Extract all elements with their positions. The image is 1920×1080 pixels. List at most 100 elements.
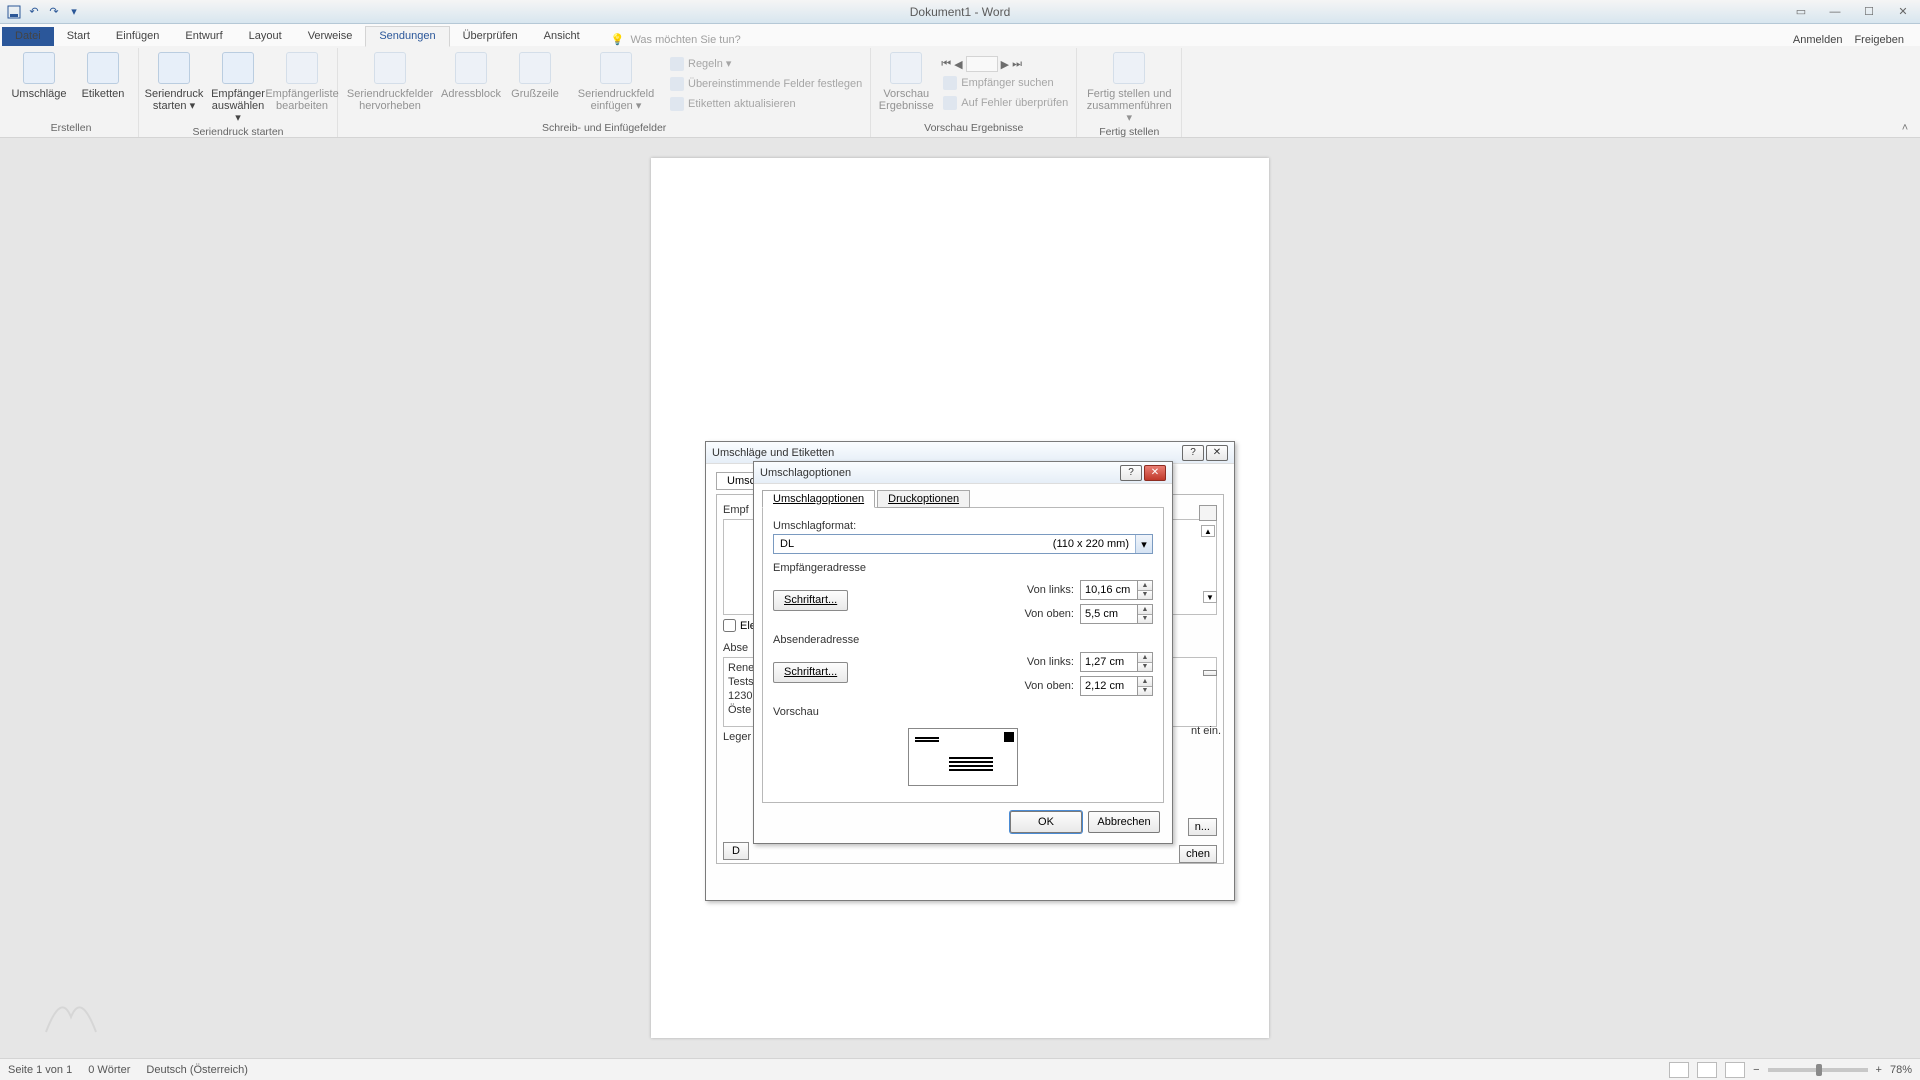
record-number-input[interactable] — [966, 56, 998, 72]
input-abs-oben[interactable] — [1081, 677, 1137, 695]
dlg1-btn-abbrechen[interactable]: chen — [1179, 845, 1217, 863]
tab-verweise[interactable]: Verweise — [295, 27, 366, 46]
qat-more-icon[interactable]: ▾ — [66, 4, 82, 20]
btn-grusszeile[interactable]: Grußzeile — [506, 48, 564, 120]
dlg1-btn-options[interactable]: n... — [1188, 818, 1217, 836]
zoom-level[interactable]: 78% — [1890, 1064, 1912, 1076]
group-schreibfelder: Seriendruckfelder hervorheben Adressbloc… — [338, 48, 871, 137]
btn-adressblock[interactable]: Adressblock — [442, 48, 500, 120]
btn-empfaenger-auswaehlen[interactable]: Empfänger auswählen ▾ — [209, 48, 267, 124]
close-icon[interactable]: ✕ — [1886, 0, 1920, 24]
spin-down-icon[interactable]: ▼ — [1138, 615, 1152, 624]
sign-in-link[interactable]: Anmelden — [1793, 34, 1843, 46]
redo-icon[interactable]: ↷ — [46, 4, 62, 20]
btn-schriftart-absender[interactable]: Schriftart... — [773, 662, 848, 683]
ribbon-collapse-icon[interactable]: ˄ — [1894, 48, 1916, 137]
zoom-out-icon[interactable]: − — [1753, 1064, 1759, 1076]
minimize-icon[interactable]: — — [1818, 0, 1852, 24]
zoom-in-icon[interactable]: + — [1876, 1064, 1882, 1076]
btn-fehler-pruefen[interactable]: Auf Fehler überprüfen — [941, 94, 1070, 112]
btn-felder-hervorheben[interactable]: Seriendruckfelder hervorheben — [344, 48, 436, 120]
maximize-icon[interactable]: ☐ — [1852, 0, 1886, 24]
spin-down-icon[interactable]: ▼ — [1138, 687, 1152, 696]
btn-seriendruckfeld-einfuegen[interactable]: Seriendruckfeld einfügen ▾ — [570, 48, 662, 120]
tab-sendungen[interactable]: Sendungen — [365, 26, 449, 47]
match-fields-icon — [670, 77, 684, 91]
group-fertig-stellen: Fertig stellen und zusammenführen ▾ Fert… — [1077, 48, 1182, 137]
nav-first-icon[interactable]: ⏮ — [941, 58, 951, 71]
btn-regeln[interactable]: Regeln ▾ — [668, 55, 864, 73]
tab-umschlagoptionen[interactable]: Umschlagoptionen — [762, 490, 875, 508]
btn-etiketten[interactable]: Etiketten — [74, 48, 132, 120]
btn-vorschau-ergebnisse[interactable]: Vorschau Ergebnisse — [877, 48, 935, 120]
tab-start[interactable]: Start — [54, 27, 103, 46]
input-abs-links[interactable] — [1081, 653, 1137, 671]
dlg1-partial-button[interactable] — [1203, 670, 1217, 676]
hint-tail: nt ein. — [1191, 725, 1221, 737]
btn-schriftart-empfaenger[interactable]: Schriftart... — [773, 590, 848, 611]
nav-next-icon[interactable]: ▶ — [1001, 58, 1009, 71]
btn-felder-zuordnen[interactable]: Übereinstimmende Felder festlegen — [668, 75, 864, 93]
spin-up-icon[interactable]: ▲ — [1138, 581, 1152, 591]
chevron-down-icon[interactable]: ▾ — [1135, 535, 1152, 553]
dialog-titlebar[interactable]: Umschlagoptionen ? ✕ — [754, 462, 1172, 484]
dlg1-btn-drucken[interactable]: D — [723, 842, 749, 860]
label-empfaengeradresse: Empfängeradresse — [773, 562, 1153, 574]
view-print-layout-icon[interactable] — [1697, 1062, 1717, 1078]
zoom-slider[interactable] — [1768, 1068, 1868, 1072]
input-empf-links[interactable] — [1081, 581, 1137, 599]
dialog-help-icon[interactable]: ? — [1120, 465, 1142, 481]
combo-umschlagformat[interactable]: DL (110 x 220 mm) ▾ — [773, 534, 1153, 554]
tell-me-search[interactable]: 💡 Was möchten Sie tun? — [611, 33, 741, 46]
status-page[interactable]: Seite 1 von 1 — [8, 1064, 72, 1076]
spin-down-icon[interactable]: ▼ — [1138, 591, 1152, 600]
dialog-title-text: Umschlagoptionen — [760, 467, 851, 479]
view-read-mode-icon[interactable] — [1669, 1062, 1689, 1078]
cancel-button[interactable]: Abbrechen — [1088, 811, 1160, 833]
spin-up-icon[interactable]: ▲ — [1138, 653, 1152, 663]
view-web-layout-icon[interactable] — [1725, 1062, 1745, 1078]
spin-up-icon[interactable]: ▲ — [1138, 605, 1152, 615]
spin-empf-links[interactable]: ▲▼ — [1080, 580, 1153, 600]
scroll-down-icon[interactable]: ▼ — [1203, 591, 1217, 603]
spin-empf-oben[interactable]: ▲▼ — [1080, 604, 1153, 624]
envelope-preview — [908, 728, 1018, 786]
btn-empfaenger-suchen[interactable]: Empfänger suchen — [941, 74, 1070, 92]
tab-einfuegen[interactable]: Einfügen — [103, 27, 172, 46]
tab-file[interactable]: Datei — [2, 27, 54, 46]
share-button[interactable]: Freigeben — [1854, 34, 1904, 46]
dialog-close-icon[interactable]: ✕ — [1206, 445, 1228, 461]
btn-etiketten-aktualisieren[interactable]: Etiketten aktualisieren — [668, 95, 864, 113]
status-words[interactable]: 0 Wörter — [88, 1064, 130, 1076]
dialog-close-icon[interactable]: ✕ — [1144, 465, 1166, 481]
tab-layout[interactable]: Layout — [236, 27, 295, 46]
status-language[interactable]: Deutsch (Österreich) — [146, 1064, 247, 1076]
btn-umschlaege[interactable]: Umschläge — [10, 48, 68, 120]
tab-ansicht[interactable]: Ansicht — [531, 27, 593, 46]
spin-down-icon[interactable]: ▼ — [1138, 663, 1152, 672]
btn-seriendruck-starten[interactable]: Seriendruck starten ▾ — [145, 48, 203, 124]
tab-ueberpruefen[interactable]: Überprüfen — [450, 27, 531, 46]
tell-me-placeholder: Was möchten Sie tun? — [630, 34, 740, 46]
ok-button[interactable]: OK — [1010, 811, 1082, 833]
input-empf-oben[interactable] — [1081, 605, 1137, 623]
scroll-up-icon[interactable]: ▲ — [1201, 525, 1215, 537]
chk-elektronisch[interactable] — [723, 619, 736, 632]
ribbon-display-options-icon[interactable]: ▭ — [1784, 0, 1818, 24]
btn-fertig-stellen[interactable]: Fertig stellen und zusammenführen ▾ — [1083, 48, 1175, 124]
nav-prev-icon[interactable]: ◀ — [954, 58, 962, 71]
dialog-umschlagoptionen: Umschlagoptionen ? ✕ Umschlagoptionen Dr… — [753, 461, 1173, 844]
btn-empfaengerliste-bearbeiten[interactable]: Empfängerliste bearbeiten — [273, 48, 331, 124]
nav-last-icon[interactable]: ⏭ — [1012, 58, 1022, 71]
dialog-help-icon[interactable]: ? — [1182, 445, 1204, 461]
undo-icon[interactable]: ↶ — [26, 4, 42, 20]
title-bar: ↶ ↷ ▾ Dokument1 - Word ▭ — ☐ ✕ — [0, 0, 1920, 24]
label-von-links: Von links: — [1002, 656, 1074, 668]
spin-abs-links[interactable]: ▲▼ — [1080, 652, 1153, 672]
spin-up-icon[interactable]: ▲ — [1138, 677, 1152, 687]
tab-entwurf[interactable]: Entwurf — [172, 27, 235, 46]
save-icon[interactable] — [6, 4, 22, 20]
tab-druckoptionen[interactable]: Druckoptionen — [877, 490, 970, 508]
spin-abs-oben[interactable]: ▲▼ — [1080, 676, 1153, 696]
addressbook-icon[interactable] — [1199, 505, 1217, 521]
